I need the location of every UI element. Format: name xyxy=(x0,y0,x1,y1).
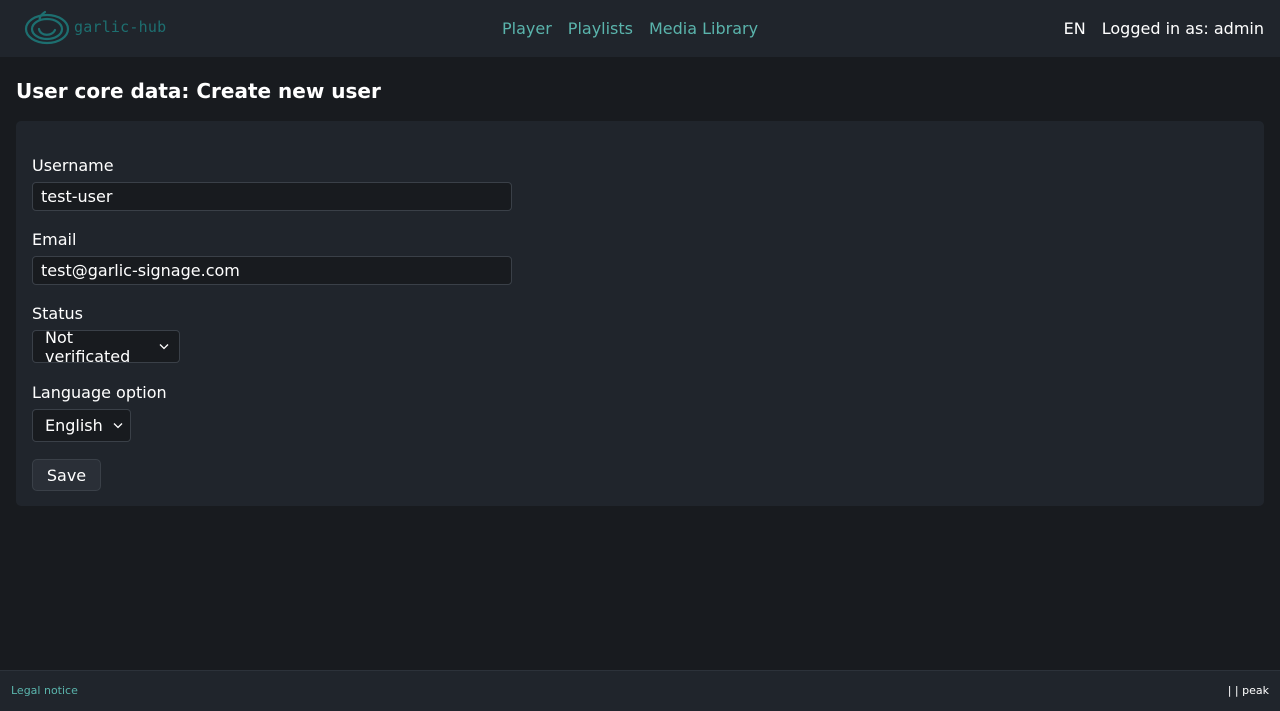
garlic-logo-icon xyxy=(22,8,72,48)
status-selected-value: Not verificated xyxy=(45,327,131,366)
footer-version-text: | | peak xyxy=(1227,684,1269,697)
page-title: User core data: Create new user xyxy=(16,79,381,103)
home-logo-link[interactable]: garlic-hub xyxy=(22,8,166,48)
footer: Legal notice | | peak xyxy=(0,670,1280,711)
language-select[interactable]: English xyxy=(32,409,131,442)
username-field[interactable] xyxy=(32,182,512,211)
main-navigation: Player Playlists Media Library xyxy=(502,18,758,40)
legal-notice-link[interactable]: Legal notice xyxy=(11,684,78,697)
language-option-label: Language option xyxy=(32,383,167,402)
save-button[interactable]: Save xyxy=(32,459,101,491)
nav-playlists[interactable]: Playlists xyxy=(568,18,633,40)
language-selected-value: English xyxy=(45,416,103,435)
username-label: Username xyxy=(32,156,114,175)
user-navigation: EN Logged in as: admin xyxy=(1064,18,1264,40)
status-label: Status xyxy=(32,304,83,323)
nav-media-library[interactable]: Media Library xyxy=(649,18,758,40)
chevron-down-icon xyxy=(159,343,169,350)
email-label: Email xyxy=(32,230,77,249)
top-navbar: garlic-hub Player Playlists Media Librar… xyxy=(0,0,1280,57)
create-user-form: Username Email Status Not verificated La… xyxy=(16,121,1264,506)
user-menu[interactable]: Logged in as: admin xyxy=(1102,18,1264,40)
language-switcher[interactable]: EN xyxy=(1064,18,1086,40)
chevron-down-icon xyxy=(113,422,123,429)
email-field[interactable] xyxy=(32,256,512,285)
status-select[interactable]: Not verificated xyxy=(32,327,180,366)
logo-text: garlic-hub xyxy=(74,18,167,36)
nav-player[interactable]: Player xyxy=(502,18,552,40)
